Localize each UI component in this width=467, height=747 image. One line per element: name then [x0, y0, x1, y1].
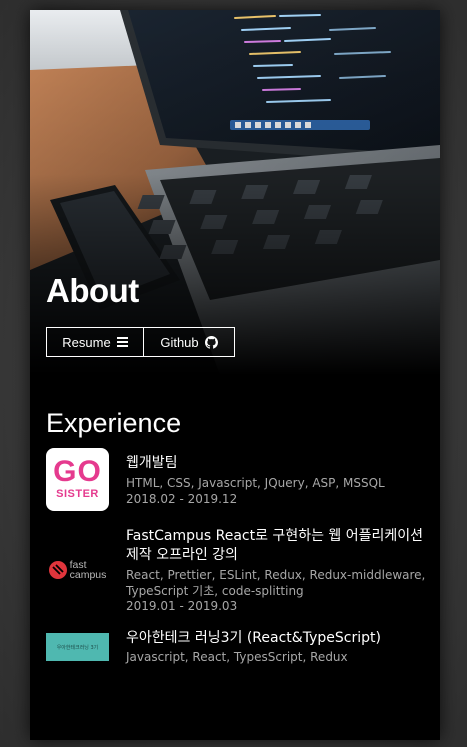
experience-tech: Javascript, React, TypesScript, Redux [126, 650, 348, 664]
github-icon [204, 335, 218, 349]
experience-item: 우아한테크러닝 3기 우아한테크 러닝3기 (React&TypeScript)… [46, 629, 426, 666]
fastcampus-mark-icon [48, 561, 67, 579]
experience-name: FastCampus React로 구현하는 웹 어플리케이션 제작 오프라인 … [126, 528, 424, 563]
gosister-logo-sister: SISTER [56, 488, 99, 500]
resume-button-label: Resume [62, 334, 111, 350]
experience-period: 2018.02 - 2019.12 [126, 491, 238, 506]
list-icon [116, 337, 128, 347]
experience-tech: HTML, CSS, Javascript, JQuery, ASP, MSSQ… [126, 476, 385, 490]
woowa-logo: 우아한테크러닝 3기 [46, 629, 109, 665]
experience-item-text: 우아한테크 러닝3기 (React&TypeScript) Javascript… [126, 629, 426, 666]
experience-tech: React, Prettier, ESLint, Redux, Redux-mi… [126, 568, 426, 598]
gosister-logo-go: GO [53, 455, 102, 488]
resume-button[interactable]: Resume [46, 327, 144, 357]
fastcampus-logo-campus: campus [69, 569, 107, 581]
hero-button-row: Resume Github [46, 327, 235, 357]
experience-name: 우아한테크 러닝3기 (React&TypeScript) [126, 630, 381, 646]
experience-period: 2019.01 - 2019.03 [126, 599, 238, 613]
fastcampus-logo: fast campus [46, 527, 109, 613]
github-button-label: Github [160, 334, 199, 350]
page-viewport[interactable]: About Resume Github Experience GO SISTER… [30, 10, 440, 740]
gosister-logo: GO SISTER [46, 448, 109, 511]
hero-overlay [30, 10, 440, 375]
experience-heading: Experience [46, 408, 182, 438]
experience-name: 웹개발팀 [126, 455, 178, 471]
experience-item-text: 웹개발팀 HTML, CSS, Javascript, JQuery, ASP,… [126, 448, 426, 511]
experience-item: GO SISTER 웹개발팀 HTML, CSS, Javascript, JQ… [46, 448, 426, 511]
experience-item-text: FastCampus React로 구현하는 웹 어플리케이션 제작 오프라인 … [126, 527, 426, 615]
hero-section [30, 10, 440, 375]
experience-item: fast campus FastCampus React로 구현하는 웹 어플리… [46, 527, 426, 615]
woowa-logo-banner: 우아한테크러닝 3기 [46, 633, 109, 661]
about-heading: About [46, 272, 139, 309]
github-button[interactable]: Github [144, 327, 235, 357]
